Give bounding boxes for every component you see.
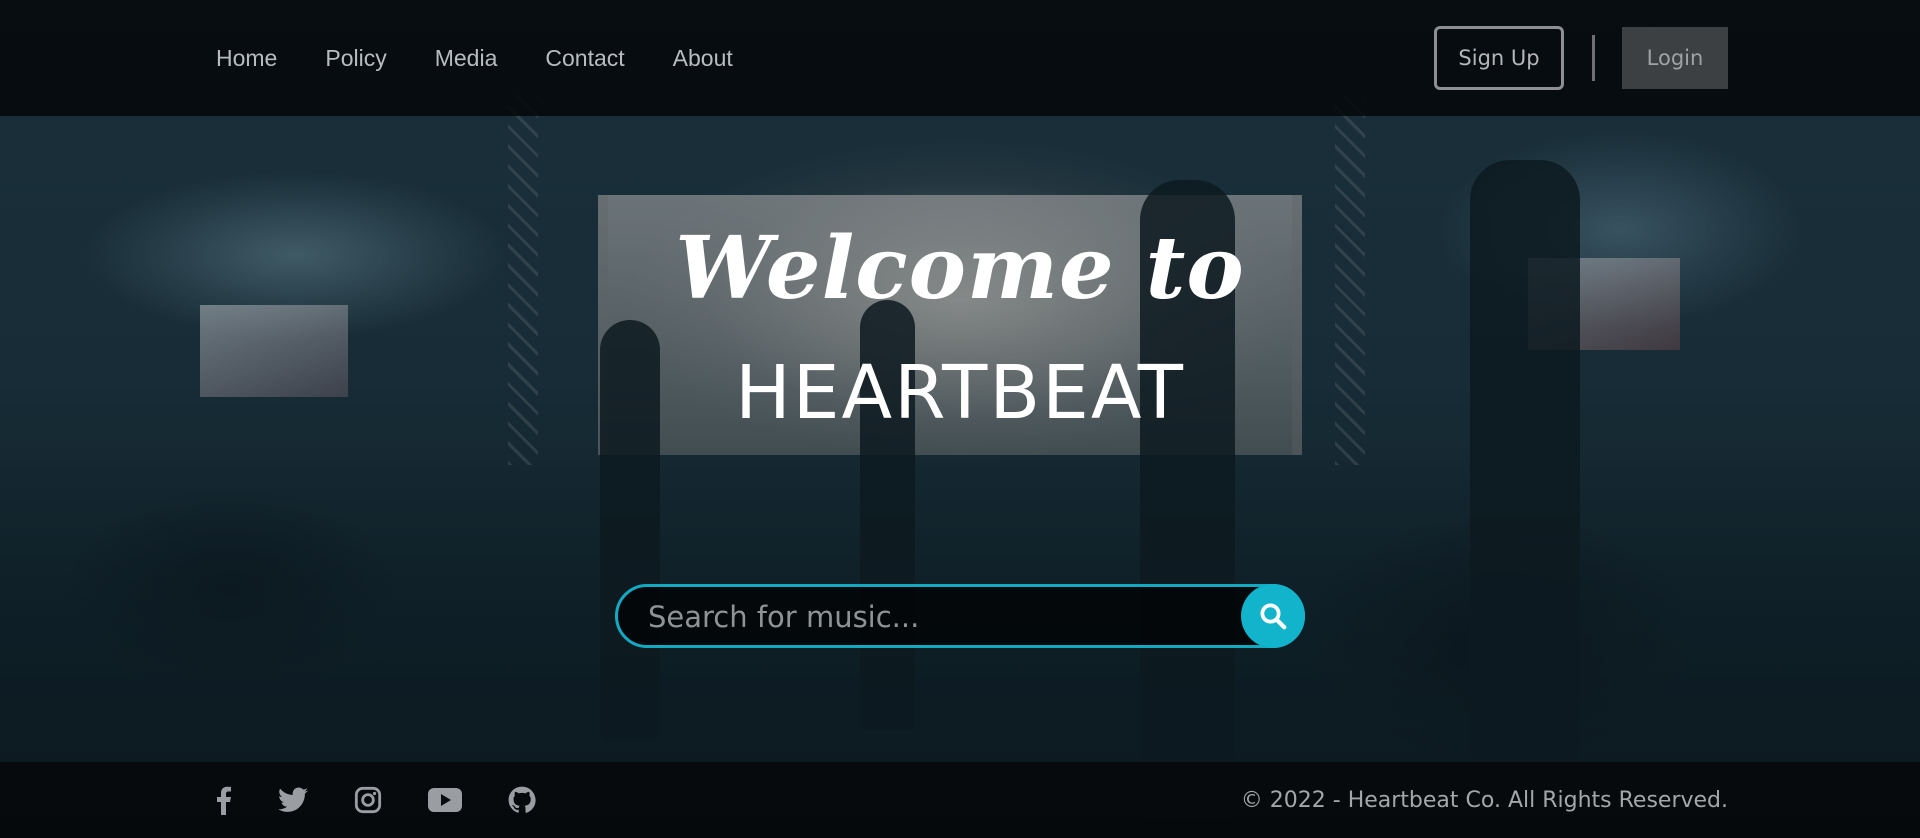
top-header: Home Policy Media Contact About Sign Up … <box>0 0 1920 116</box>
search-icon <box>1260 603 1287 630</box>
search-input[interactable] <box>646 587 1230 647</box>
facebook-link[interactable] <box>214 785 232 815</box>
nav-media[interactable]: Media <box>435 45 498 72</box>
auth-divider <box>1592 35 1595 81</box>
nav-contact[interactable]: Contact <box>545 45 624 72</box>
hero-welcome-text: Welcome to <box>675 218 1245 319</box>
nav-home[interactable]: Home <box>216 45 277 72</box>
page-footer: © 2022 - Heartbeat Co. All Rights Reserv… <box>0 762 1920 838</box>
search-bar <box>615 584 1305 648</box>
instagram-link[interactable] <box>354 786 382 814</box>
main-nav: Home Policy Media Contact About <box>216 0 781 116</box>
login-button[interactable]: Login <box>1622 27 1728 89</box>
twitter-icon <box>278 787 308 812</box>
signup-button[interactable]: Sign Up <box>1434 26 1564 90</box>
youtube-icon <box>428 788 462 812</box>
youtube-link[interactable] <box>428 787 462 813</box>
social-links <box>214 762 582 838</box>
github-link[interactable] <box>508 786 536 814</box>
auth-controls: Sign Up Login <box>1434 0 1728 116</box>
search-button[interactable] <box>1241 584 1305 648</box>
instagram-icon <box>354 786 382 814</box>
nav-about[interactable]: About <box>673 45 733 72</box>
github-icon <box>508 786 536 813</box>
hero-brand-title: HEARTBEAT <box>735 350 1185 436</box>
copyright-text: © 2022 - Heartbeat Co. All Rights Reserv… <box>1240 787 1728 813</box>
nav-policy[interactable]: Policy <box>325 45 386 72</box>
facebook-icon <box>217 786 231 815</box>
twitter-link[interactable] <box>278 787 308 813</box>
